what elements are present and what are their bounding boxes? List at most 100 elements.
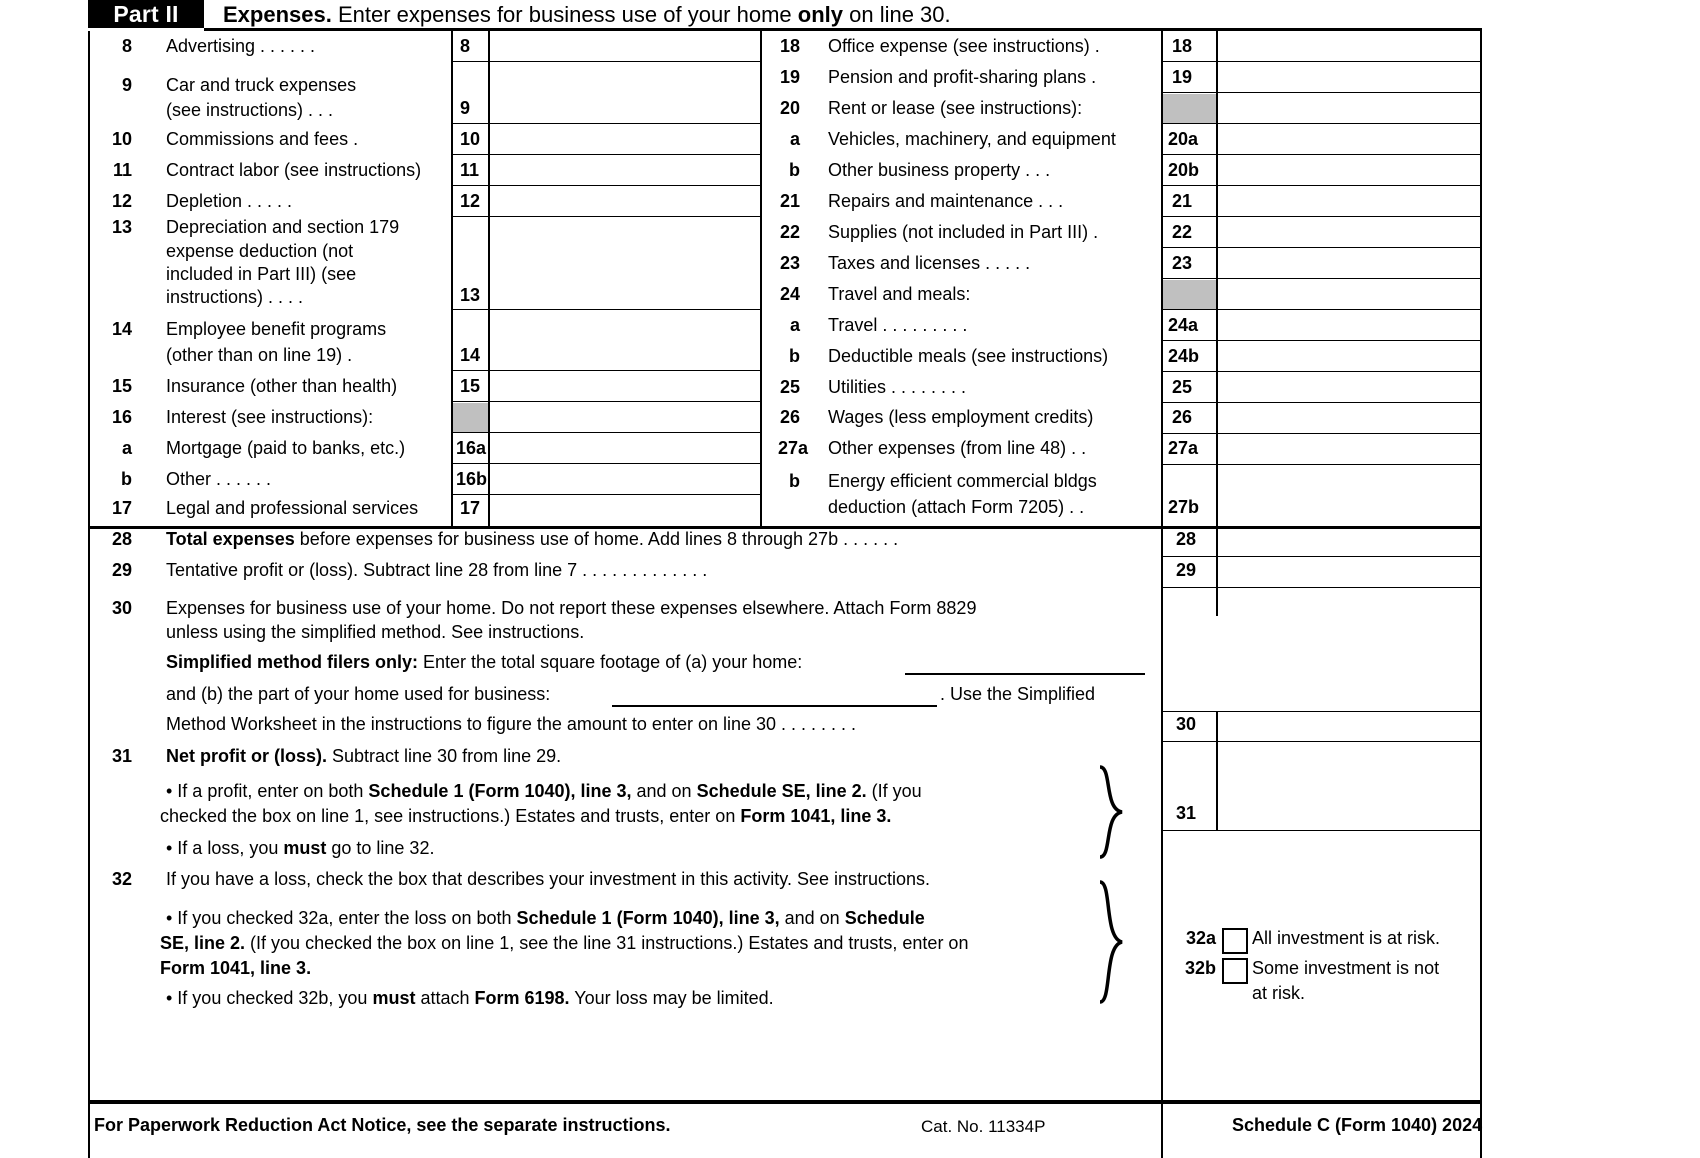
rule-l16b [451,494,760,495]
amount-field-20b[interactable] [1218,156,1478,184]
amount-field-27b[interactable] [1218,466,1478,524]
amount-field-17[interactable] [490,496,758,524]
line-no-27b: b [789,471,800,491]
home-sqft-field-a[interactable] [905,673,1145,675]
amount-field-20a[interactable] [1218,125,1478,153]
b32-2-rest: (If you checked the box on line 1, see t… [245,933,969,953]
checkbox-32b[interactable] [1222,958,1248,984]
line-label-14b: (other than on line 19) . [166,345,353,365]
rule-l15 [451,401,760,402]
rule-r24 [1161,309,1480,310]
box-no-23: 23 [1172,253,1193,273]
amount-field-10[interactable] [490,125,758,153]
line-label-23: Taxes and licenses . . . . . [828,253,1031,273]
line-no-28: 28 [111,529,132,549]
amount-field-25[interactable] [1218,373,1478,401]
line-no-25: 25 [779,377,800,397]
b32-3-bold: Form 1041, line 3. [160,958,312,978]
rule-29 [1161,587,1480,588]
amount-field-8[interactable] [490,32,758,60]
amount-field-16b[interactable] [490,465,758,493]
checkbox-32b-label2: at risk. [1252,983,1306,1003]
line-label-15: Insurance (other than health) [166,376,398,396]
amount-field-24a[interactable] [1218,311,1478,339]
amount-field-30[interactable] [1218,712,1478,740]
right-col-border-lower [1161,526,1163,1158]
b31-2-pre: checked the box on line 1, see instructi… [160,806,741,826]
amount-field-15[interactable] [490,372,758,400]
amount-field-28[interactable] [1218,527,1478,555]
line-label-16b: Other . . . . . . [166,469,272,489]
amount-field-22[interactable] [1218,218,1478,246]
box-no-31: 31 [1176,803,1197,823]
amount-field-29[interactable] [1218,558,1478,586]
amount-field-24b[interactable] [1218,342,1478,370]
b31-3-post: go to line 32. [326,838,435,858]
checkbox-no-32a: 32a [1185,928,1216,948]
line-label-26: Wages (less employment credits) [828,407,1094,427]
part-title-only: only [797,2,843,27]
amount-field-21[interactable] [1218,187,1478,215]
box-no-14: 14 [460,345,481,365]
brace-31 [1099,765,1123,859]
part-title: Expenses. Enter expenses for business us… [223,2,951,28]
b31-1-pre: • If a profit, enter on both [166,781,369,801]
table-right-border [1480,31,1482,528]
b32-2-bold1: SE, line 2. [160,933,246,953]
box-no-17: 17 [460,498,481,518]
amount-field-13[interactable] [490,218,758,308]
amount-field-31[interactable] [1218,742,1478,830]
rule-r27a [1161,464,1480,465]
line-label-14: Employee benefit programs [166,319,387,339]
line-label-32: If you have a loss, check the box that d… [166,869,931,889]
amount-field-11[interactable] [490,156,758,184]
line-28-bold: Total expenses [166,529,295,549]
line-no-27a: 27a [777,438,808,458]
box-no-16a: 16a [456,438,487,458]
line-label-9: Car and truck expenses [166,75,357,95]
line-31-bullet-1: • If a profit, enter on both Schedule 1 … [166,781,922,802]
rule-r20a [1161,154,1480,155]
rule-31 [1161,830,1480,831]
b32-4-bold: must [372,988,416,1008]
home-sqft-field-b[interactable] [612,705,937,707]
amount-field-14[interactable] [490,311,758,369]
line-label-20a: Vehicles, machinery, and equipment [828,129,1116,149]
line-label-19: Pension and profit-sharing plans . [828,67,1097,87]
line-no-9: 9 [121,75,132,95]
line-label-11: Contract labor (see instructions) [166,160,422,180]
line-label-29: Tentative profit or (loss). Subtract lin… [166,560,708,580]
rule-r20 [1161,123,1480,124]
line-28-rest: before expenses for business use of home… [294,529,899,549]
line-label-10: Commissions and fees . [166,129,359,149]
amount-field-16a[interactable] [490,434,758,462]
b32-4-post: Your loss may be limited. [569,988,774,1008]
amount-field-26[interactable] [1218,403,1478,431]
box-no-30: 30 [1176,714,1197,734]
rule-l8 [451,61,760,62]
box-no-22: 22 [1172,222,1193,242]
line-label-27b: Energy efficient commercial bldgs [828,471,1097,491]
line-no-20a: a [789,129,800,149]
box-no-9: 9 [460,98,471,118]
line-no-20: 20 [779,98,800,118]
amount-field-12[interactable] [490,187,758,215]
line-no-14: 14 [111,319,132,339]
rule-r24b [1161,371,1480,372]
rule-l16 [451,432,760,433]
amount-field-27a[interactable] [1218,434,1478,462]
line-label-20b: Other business property . . . [828,160,1051,180]
amount-field-18[interactable] [1218,32,1478,60]
amount-field-23[interactable] [1218,249,1478,277]
checkbox-no-32b: 32b [1184,958,1216,978]
box-no-20b: 20b [1168,160,1200,180]
line-label-13: Depreciation and section 179 [166,217,400,237]
line-no-16: 16 [111,407,132,427]
line-label-27b2: deduction (attach Form 7205) . . [828,497,1085,517]
amount-field-9[interactable] [490,63,758,122]
amount-field-19[interactable] [1218,63,1478,91]
left-boxno-left-border [451,31,453,528]
checkbox-32a[interactable] [1222,928,1248,954]
schedule-c-part-ii-page: Part II Expenses. Enter expenses for bus… [0,0,1700,1158]
line-32-bullet-1: • If you checked 32a, enter the loss on … [166,908,925,929]
